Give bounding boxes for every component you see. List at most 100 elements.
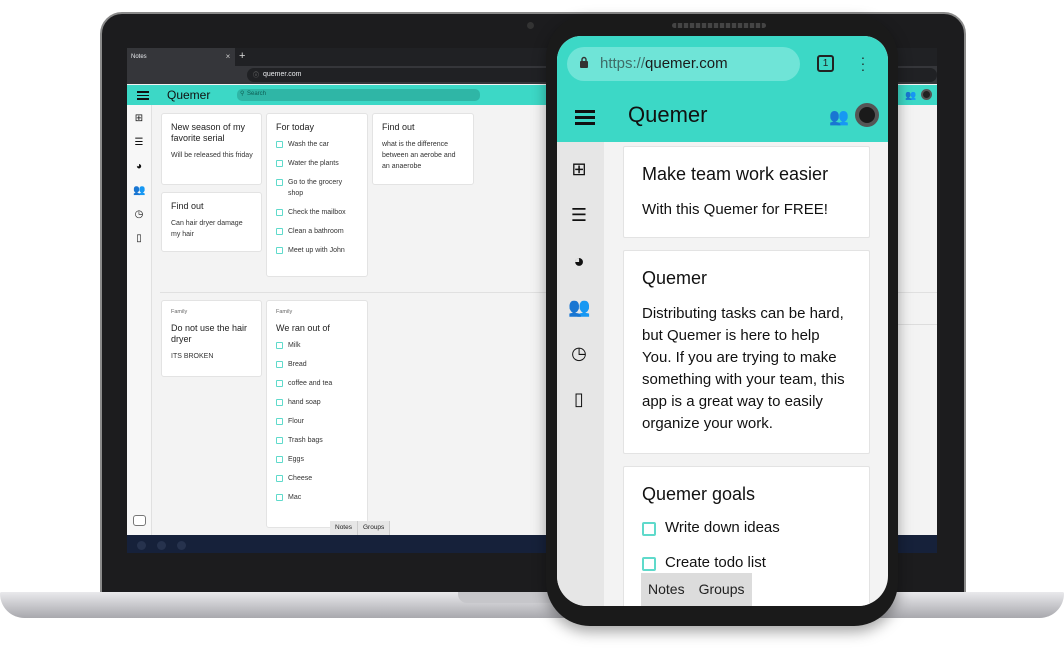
note-body: Can hair dryer damage my hair xyxy=(171,220,243,238)
search-icon: ⚲ xyxy=(240,91,245,97)
checklist-item[interactable]: Eggs xyxy=(276,454,359,465)
phone-browser-bar: https://quemer.com 1 · · · xyxy=(557,36,888,91)
pie-chart-icon[interactable]: ◕ xyxy=(568,250,590,272)
checkbox[interactable] xyxy=(276,380,283,387)
avatar[interactable] xyxy=(921,89,932,100)
pie-chart-icon[interactable]: ◕ xyxy=(133,161,145,173)
clock-icon[interactable]: ◷ xyxy=(568,342,590,364)
note-card[interactable]: Family Do not use the hair dryer ITS BRO… xyxy=(161,300,262,377)
note-body: With this Quemer for FREE! xyxy=(642,201,828,218)
laptop-camera xyxy=(527,22,534,29)
checkbox[interactable] xyxy=(276,342,283,349)
note-title: For today xyxy=(276,122,315,132)
info-icon: ⓘ xyxy=(253,73,260,79)
checkbox[interactable] xyxy=(276,228,283,235)
note-title: Quemer xyxy=(642,268,708,288)
add-note-icon[interactable]: ⊞ xyxy=(568,158,590,180)
toggle-icon[interactable] xyxy=(133,515,146,526)
phone-speaker xyxy=(672,23,766,28)
menu-icon[interactable] xyxy=(137,89,149,101)
checklist-item[interactable]: coffee and tea xyxy=(276,378,359,389)
checklist-icon[interactable]: ☰ xyxy=(568,204,590,226)
checkbox[interactable] xyxy=(276,418,283,425)
sidebar: ⊞ ☰ ◕ 👥 ◷ ▯ xyxy=(127,105,152,535)
app-title: Quemer xyxy=(167,88,211,102)
search-input[interactable]: ⚲ Search xyxy=(237,89,480,101)
checkbox[interactable] xyxy=(276,475,283,482)
url-scheme: https:// xyxy=(600,55,646,72)
checklist-icon[interactable]: ☰ xyxy=(133,137,145,149)
close-tab-icon[interactable]: × xyxy=(223,50,233,64)
checkbox[interactable] xyxy=(276,399,283,406)
note-body: Will be released this friday xyxy=(171,152,253,159)
checkbox[interactable] xyxy=(276,361,283,368)
checklist-item[interactable]: Mac xyxy=(276,492,359,503)
note-card[interactable]: Find out Can hair dryer damage my hair xyxy=(161,192,262,252)
note-title: Quemer goals xyxy=(642,484,756,504)
tab-notes[interactable]: Notes xyxy=(641,573,692,606)
checklist-item[interactable]: Check the mailbox xyxy=(276,207,359,218)
checkbox[interactable] xyxy=(276,209,283,216)
tab-count-button[interactable]: 1 xyxy=(817,55,834,72)
note-title: Do not use the hair dryer xyxy=(171,323,248,344)
checkbox[interactable] xyxy=(276,456,283,463)
checklist-item[interactable]: hand soap xyxy=(276,397,359,408)
checklist-item[interactable]: Milk xyxy=(276,340,359,351)
group-icon[interactable]: 👥 xyxy=(905,90,916,101)
taskbar-icon xyxy=(137,541,146,550)
phone-app-bar: Quemer 👥 xyxy=(557,91,888,142)
checklist-card[interactable]: For today Wash the car Water the plants … xyxy=(266,113,368,277)
checklist-item[interactable]: Clean a bathroom xyxy=(276,226,359,237)
phone-icon[interactable]: ▯ xyxy=(133,233,145,245)
checkbox[interactable] xyxy=(276,494,283,501)
note-card[interactable]: New season of my favorite serial Will be… xyxy=(161,113,262,185)
browser-tab[interactable]: Notes xyxy=(127,48,235,66)
note-card[interactable]: Make team work easier With this Quemer f… xyxy=(623,146,870,238)
checklist-item[interactable]: Wash the car xyxy=(276,139,359,150)
device-mockup: Notes × + quemer.com ⓘ Quemer ⚲ Search 👥… xyxy=(0,0,1064,650)
checkbox[interactable] xyxy=(276,437,283,444)
checkbox[interactable] xyxy=(642,522,656,536)
note-title: Find out xyxy=(171,201,204,211)
note-body: ITS BROKEN xyxy=(171,353,214,360)
browser-tab-title: Notes xyxy=(131,54,147,60)
tab-groups[interactable]: Groups xyxy=(692,573,752,606)
checklist-item[interactable]: Create todo list xyxy=(642,554,851,571)
checkbox[interactable] xyxy=(276,160,283,167)
checklist-item[interactable]: Flour xyxy=(276,416,359,427)
add-note-icon[interactable]: ⊞ xyxy=(133,113,145,125)
checklist-card[interactable]: Family We ran out of Milk Bread coffee a… xyxy=(266,300,368,528)
checklist-item[interactable]: Write down ideas xyxy=(642,519,851,536)
bottom-tabs: Notes Groups xyxy=(330,521,391,535)
checklist-item[interactable]: Meet up with John xyxy=(276,245,359,256)
phone-icon[interactable]: ▯ xyxy=(568,388,590,410)
group-icon[interactable]: 👥 xyxy=(568,296,590,318)
note-body: Distributing tasks can be hard, but Quem… xyxy=(642,305,845,432)
checklist-item[interactable]: Cheese xyxy=(276,473,359,484)
checkbox[interactable] xyxy=(276,179,283,186)
clock-icon[interactable]: ◷ xyxy=(133,209,145,221)
more-vert-icon[interactable]: · · · xyxy=(859,50,867,76)
tab-groups[interactable]: Groups xyxy=(358,521,391,535)
note-card[interactable]: Quemer Distributing tasks can be hard, b… xyxy=(623,250,870,454)
checklist-item[interactable]: Go to the grocery shop xyxy=(276,177,359,199)
checkbox[interactable] xyxy=(642,557,656,571)
group-icon[interactable]: 👥 xyxy=(133,185,145,197)
checklist-item[interactable]: Trash bags xyxy=(276,435,359,446)
group-label: Family xyxy=(276,309,293,315)
phone-address-bar[interactable]: https://quemer.com xyxy=(567,47,800,81)
checkbox[interactable] xyxy=(276,141,283,148)
tab-notes[interactable]: Notes xyxy=(330,521,358,535)
checkbox[interactable] xyxy=(276,247,283,254)
note-title: Make team work easier xyxy=(642,164,829,184)
checklist-item[interactable]: Water the plants xyxy=(276,158,359,169)
new-tab-icon[interactable]: + xyxy=(239,49,249,63)
group-icon[interactable]: 👥 xyxy=(829,107,849,127)
search-placeholder: Search xyxy=(247,91,267,97)
taskbar-icon xyxy=(157,541,166,550)
avatar[interactable] xyxy=(855,103,879,127)
note-card[interactable]: Find out what is the difference between … xyxy=(372,113,474,185)
menu-icon[interactable] xyxy=(575,110,595,126)
app-title: Quemer xyxy=(628,102,708,127)
checklist-item[interactable]: Bread xyxy=(276,359,359,370)
